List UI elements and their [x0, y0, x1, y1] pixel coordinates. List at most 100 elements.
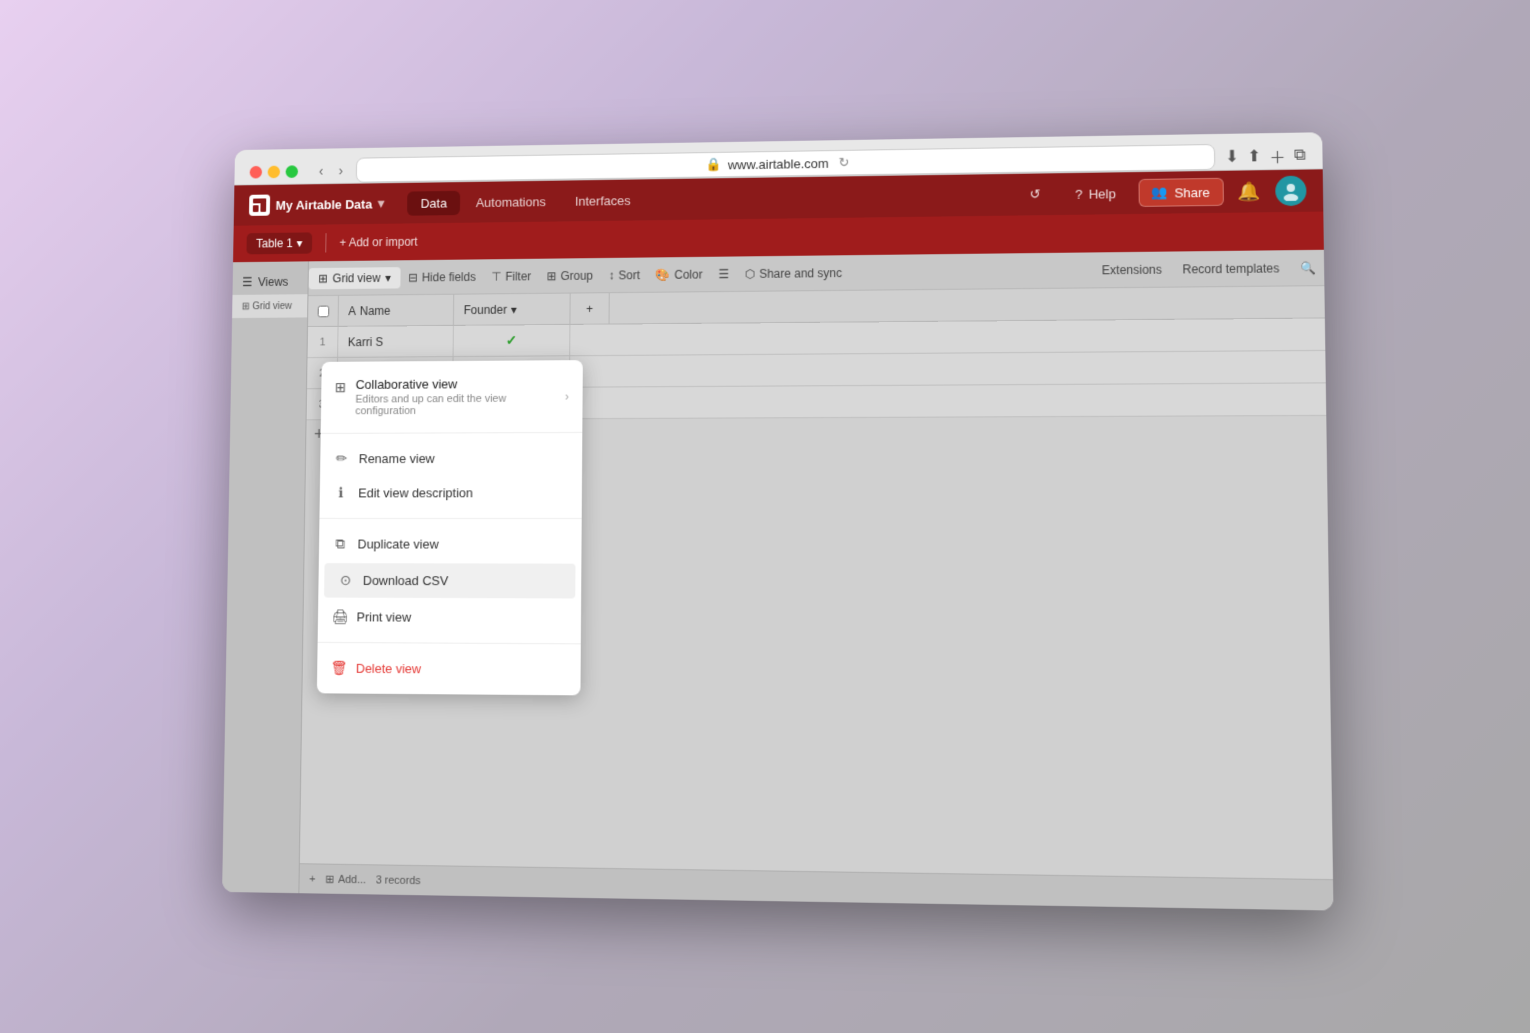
group-button[interactable]: ⊞ Group	[539, 264, 601, 286]
traffic-lights	[250, 164, 298, 177]
dropdown-delete-section: 🗑 Delete view	[317, 642, 581, 694]
name-col-icon: A	[348, 303, 356, 317]
browser-actions: ⬇ ⬆ ＋ ⧉	[1225, 143, 1306, 168]
add-import-label: + Add or import	[339, 234, 417, 248]
sidebar-grid-view[interactable]: ⊞ Grid view	[232, 294, 307, 318]
app-name-chevron: ▾	[378, 195, 384, 211]
collaborative-icon: ⊞	[335, 379, 346, 396]
add-record-button[interactable]: +	[309, 872, 315, 884]
view-content-area: ⊞ Grid view ▾ ⊟ Hide fields ⊤ Filter ⊞	[299, 249, 1333, 910]
row-name-1[interactable]: Karri S	[338, 325, 454, 356]
download-csv-item[interactable]: ⊙ Download CSV	[324, 563, 575, 598]
nav-tab-interfaces[interactable]: Interfaces	[561, 187, 644, 213]
hide-fields-icon: ⊟	[408, 270, 418, 284]
collaborative-view-item[interactable]: ⊞ Collaborative view Editors and up can …	[321, 367, 583, 424]
download-button[interactable]: ⬇	[1225, 146, 1239, 166]
toolbar-divider	[325, 233, 326, 252]
filter-button[interactable]: ⊤ Filter	[483, 265, 539, 287]
row-num-1: 1	[308, 326, 339, 356]
nav-tab-data[interactable]: Data	[407, 190, 461, 215]
delete-view-item[interactable]: 🗑 Delete view	[317, 650, 581, 687]
th-add[interactable]: +	[570, 293, 609, 324]
table-name-chevron: ▾	[296, 236, 302, 250]
duplicate-view-item[interactable]: ⧉ Duplicate view	[319, 526, 582, 561]
row-height-icon: ☰	[718, 266, 729, 280]
nav-forward-button[interactable]: ›	[335, 160, 347, 179]
history-icon: ↺	[1030, 186, 1041, 202]
share-sync-button[interactable]: ⬡ Share and sync	[737, 261, 850, 284]
sidebar-header: ☰ Views	[232, 269, 307, 295]
url-text: www.airtable.com	[728, 155, 829, 171]
info-icon: ℹ	[333, 484, 349, 501]
search-icon: 🔍	[1300, 260, 1316, 274]
table-name-button[interactable]: Table 1 ▾	[246, 232, 312, 254]
record-templates-button[interactable]: Record templates	[1174, 256, 1288, 279]
grid-view-chevron: ▾	[385, 270, 391, 284]
collaborative-view-title: Collaborative view	[356, 375, 556, 391]
row-founder-1[interactable]: ✓	[454, 324, 571, 355]
delete-icon: 🗑	[331, 659, 347, 676]
row-height-button[interactable]: ☰	[710, 262, 737, 284]
app-content: My Airtable Data ▾ Data Automations Inte…	[222, 169, 1333, 910]
dropdown-actions-section: ✏ Rename view ℹ Edit view description	[319, 432, 582, 518]
th-founder[interactable]: Founder ▾	[454, 293, 571, 324]
airtable-logo-icon	[249, 194, 270, 215]
grid-view-tab[interactable]: ⊞ Grid view ▾	[309, 266, 401, 288]
search-button[interactable]: 🔍	[1292, 256, 1324, 279]
print-icon: 🖨	[331, 608, 347, 625]
history-button[interactable]: ↺	[1017, 181, 1053, 207]
records-count: 3 records	[376, 873, 421, 886]
share-sync-icon: ⬡	[745, 266, 755, 280]
field-icon: ⊞	[325, 872, 334, 885]
nav-tab-automations[interactable]: Automations	[462, 188, 559, 214]
app-topbar-right: ↺ ? Help 👥 Share 🔔	[1017, 175, 1306, 209]
add-import-button[interactable]: + Add or import	[339, 234, 417, 248]
sort-icon: ↕	[609, 268, 615, 282]
check-icon-1: ✓	[506, 332, 518, 349]
th-checkbox[interactable]	[308, 295, 339, 325]
notification-button[interactable]: 🔔	[1233, 176, 1265, 205]
new-tab-button[interactable]: ＋	[1269, 143, 1286, 167]
browser-nav: ‹ ›	[315, 160, 347, 180]
browser-window: ‹ › 🔒 www.airtable.com ↻ ⬇ ⬆ ＋ ⧉	[222, 132, 1333, 910]
traffic-light-yellow[interactable]	[268, 165, 281, 178]
view-toolbar-right: Extensions Record templates 🔍	[1094, 256, 1325, 281]
hide-fields-button[interactable]: ⊟ Hide fields	[400, 265, 483, 287]
extensions-button[interactable]: Extensions	[1094, 258, 1171, 281]
app-name[interactable]: My Airtable Data	[276, 196, 373, 212]
collaborative-view-text: Collaborative view Editors and up can ed…	[355, 375, 555, 416]
duplicate-icon: ⧉	[332, 535, 348, 552]
dropdown-utility-section: ⧉ Duplicate view ⊙ Download CSV 🖨 Print …	[318, 518, 582, 643]
lock-icon: 🔒	[706, 156, 722, 172]
traffic-light-red[interactable]	[250, 165, 262, 178]
rename-view-item[interactable]: ✏ Rename view	[320, 440, 582, 475]
app-logo: My Airtable Data ▾	[249, 192, 384, 215]
color-button[interactable]: 🎨 Color	[648, 263, 711, 285]
collaborative-view-subtitle: Editors and up can edit the view configu…	[355, 392, 555, 416]
edit-description-item[interactable]: ℹ Edit view description	[320, 475, 582, 510]
th-name: A Name	[339, 294, 455, 325]
add-field-button[interactable]: ⊞ Add...	[325, 872, 366, 886]
table-name-label: Table 1	[256, 236, 293, 250]
traffic-light-green[interactable]	[286, 164, 299, 177]
share-button[interactable]: 👥 Share	[1138, 177, 1223, 206]
nav-back-button[interactable]: ‹	[315, 161, 327, 180]
sidebar: ☰ Views ⊞ Grid view	[222, 261, 309, 893]
user-avatar[interactable]	[1275, 175, 1306, 206]
app-nav-tabs: Data Automations Interfaces	[407, 187, 644, 215]
filter-icon: ⊤	[491, 269, 501, 283]
dropdown-header-section: ⊞ Collaborative view Editors and up can …	[321, 360, 583, 434]
windows-button[interactable]: ⧉	[1294, 146, 1306, 164]
select-all-checkbox[interactable]	[317, 305, 329, 317]
help-icon: ?	[1075, 186, 1082, 201]
add-record-icon: +	[309, 872, 315, 884]
print-view-item[interactable]: 🖨 Print view	[318, 599, 581, 635]
table-grid: A Name Founder ▾ + 1	[300, 286, 1333, 879]
sort-button[interactable]: ↕ Sort	[601, 263, 648, 285]
download-csv-icon: ⊙	[338, 572, 354, 589]
refresh-icon: ↻	[839, 154, 850, 170]
collaborative-view-arrow: ›	[565, 389, 569, 403]
share-browser-button[interactable]: ⬆	[1247, 146, 1261, 166]
help-button[interactable]: ? Help	[1063, 180, 1128, 206]
views-icon: ☰	[242, 275, 252, 289]
